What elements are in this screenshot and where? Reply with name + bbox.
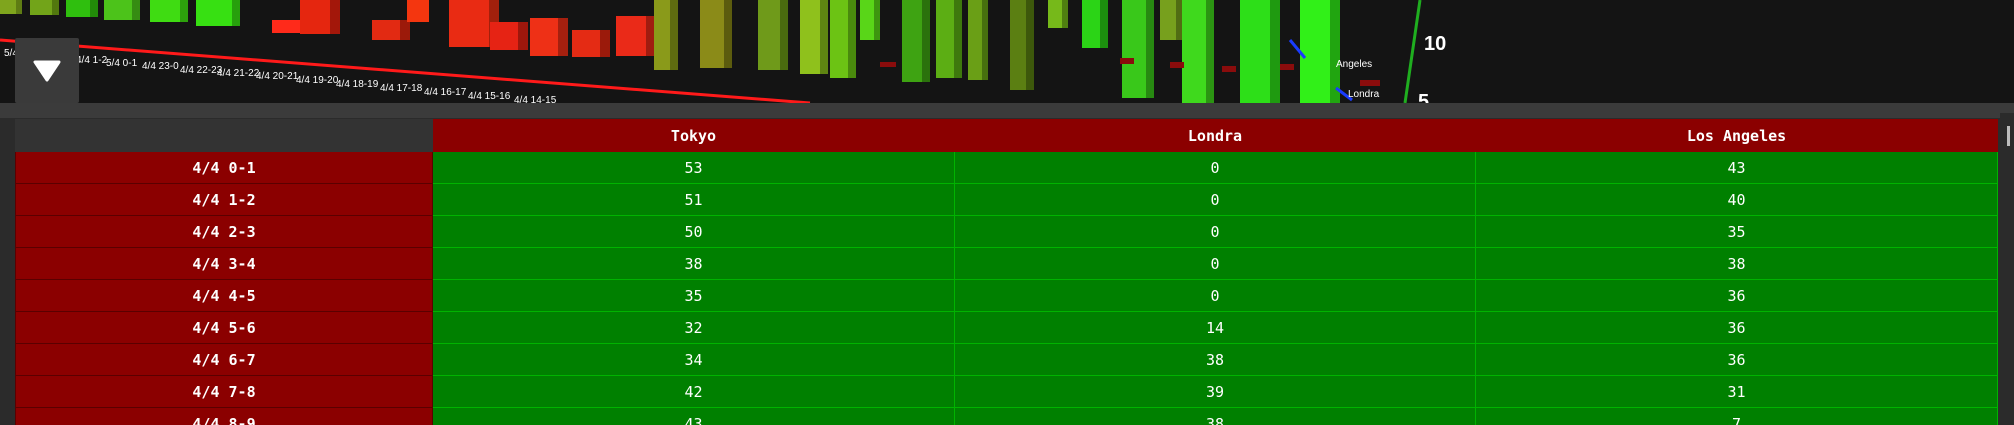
table-row: 4/4 6-7 34 38 36 — [15, 343, 1998, 376]
table-row: 4/4 0-1 53 0 43 — [15, 151, 1998, 184]
table-cell: 0 — [954, 279, 1476, 312]
chart-bars-green — [654, 0, 1340, 103]
table-row: 4/4 2-3 50 0 35 — [15, 215, 1998, 248]
table-cell: 38 — [954, 407, 1476, 425]
table-cell: 35 — [432, 279, 955, 312]
table-cell: 7 — [1475, 407, 1998, 425]
chart-bars-left — [0, 0, 240, 26]
table-corner-cell — [15, 119, 433, 152]
table-cell: 40 — [1475, 183, 1998, 216]
collapse-toggle-button[interactable] — [15, 38, 79, 103]
chart-x-label: 4/4 15-16 — [468, 91, 511, 102]
row-label: 4/4 6-7 — [15, 343, 433, 376]
chart-x-label: 4/4 23-0 — [142, 61, 179, 72]
city-data-table: Tokyo Londra Los Angeles 4/4 0-1 53 0 43… — [15, 119, 1998, 425]
table-cell: 43 — [432, 407, 955, 425]
chart-x-label: 4/4 16-17 — [424, 87, 467, 98]
chart-x-label: 4/4 14-15 — [514, 95, 557, 103]
chart-x-label: 5/4 0-1 — [106, 58, 138, 69]
table-cell: 0 — [954, 151, 1476, 184]
table-cell: 43 — [1475, 151, 1998, 184]
table-row: 4/4 8-9 43 38 7 — [15, 407, 1998, 425]
column-header-los-angeles[interactable]: Los Angeles — [1475, 119, 1998, 152]
table-row: 4/4 3-4 38 0 38 — [15, 247, 1998, 280]
table-cell: 50 — [432, 215, 955, 248]
table-cell: 42 — [432, 375, 955, 408]
table-row: 4/4 7-8 42 39 31 — [15, 375, 1998, 408]
axis-tick-label: 5 — [1418, 91, 1430, 103]
table-cell: 34 — [432, 343, 955, 376]
chart-x-label: 4/4 21-22 — [217, 68, 260, 79]
table-cell: 39 — [954, 375, 1476, 408]
table-header-row: Tokyo Londra Los Angeles — [15, 119, 1998, 152]
legend-label-angeles: Angeles — [1336, 59, 1373, 70]
chart-3d-canvas — [0, 0, 1422, 103]
table-cell: 35 — [1475, 215, 1998, 248]
legend-label-londra: Londra — [1348, 89, 1380, 100]
table-cell: 31 — [1475, 375, 1998, 408]
table-cell: 36 — [1475, 279, 1998, 312]
table-row: 4/4 1-2 51 0 40 — [15, 183, 1998, 216]
table-cell: 14 — [954, 311, 1476, 344]
chart-x-label: 4/4 1-2 — [76, 55, 108, 66]
row-label: 4/4 2-3 — [15, 215, 433, 248]
table-cell: 38 — [432, 247, 955, 280]
row-label: 4/4 0-1 — [15, 151, 433, 184]
table-cell: 0 — [954, 247, 1476, 280]
table-cell: 53 — [432, 151, 955, 184]
row-label: 4/4 3-4 — [15, 247, 433, 280]
table-cell: 38 — [954, 343, 1476, 376]
vertical-scrollbar[interactable] — [2000, 113, 2014, 425]
scrollbar-thumb[interactable] — [2007, 126, 2010, 146]
row-label: 4/4 4-5 — [15, 279, 433, 312]
row-label: 4/4 7-8 — [15, 375, 433, 408]
chart-bars-red — [272, 0, 656, 57]
row-label: 4/4 8-9 — [15, 407, 433, 425]
table-cell: 51 — [432, 183, 955, 216]
table-row: 4/4 5-6 32 14 36 — [15, 311, 1998, 344]
chart-x-label: 4/4 17-18 — [380, 83, 423, 94]
chart-x-label: 4/4 22-23 — [180, 65, 223, 76]
table-cell: 0 — [954, 183, 1476, 216]
data-table-panel: Tokyo Londra Los Angeles 4/4 0-1 53 0 43… — [0, 103, 2014, 425]
column-header-londra[interactable]: Londra — [954, 119, 1476, 152]
table-cell: 38 — [1475, 247, 1998, 280]
table-cell: 0 — [954, 215, 1476, 248]
table-cell: 36 — [1475, 343, 1998, 376]
chart-x-label: 4/4 20-21 — [256, 71, 299, 82]
chart-3d-view[interactable]: 5/4 4/4 1-2 5/4 0-1 4/4 23-0 4/4 22-23 4… — [0, 0, 2014, 103]
chart-x-label: 4/4 18-19 — [336, 79, 379, 90]
table-cell: 32 — [432, 311, 955, 344]
chart-x-label: 4/4 19-20 — [296, 75, 339, 86]
axis-tick-label: 10 — [1424, 33, 1447, 55]
row-label: 4/4 1-2 — [15, 183, 433, 216]
chart-axis-line — [1403, 0, 1422, 103]
table-row: 4/4 4-5 35 0 36 — [15, 279, 1998, 312]
table-cell: 36 — [1475, 311, 1998, 344]
row-label: 4/4 5-6 — [15, 311, 433, 344]
chevron-down-icon — [33, 60, 61, 82]
column-header-tokyo[interactable]: Tokyo — [432, 119, 955, 152]
panel-divider — [0, 103, 2014, 118]
